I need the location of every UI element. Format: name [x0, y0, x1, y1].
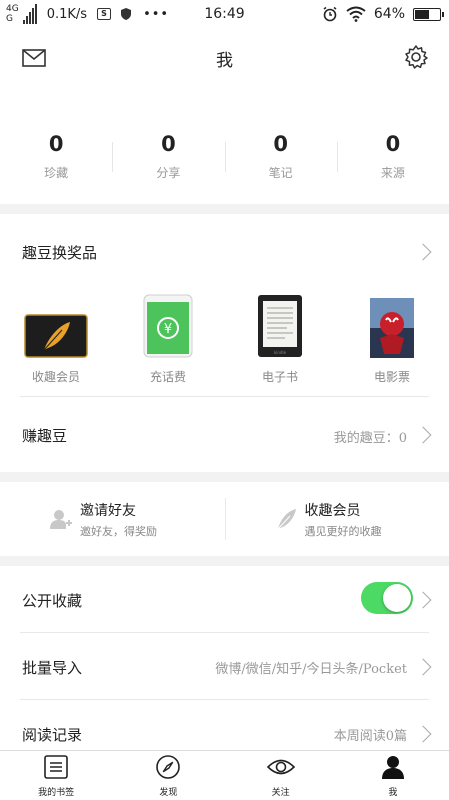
battery-fill	[415, 9, 430, 19]
eye-icon	[266, 759, 295, 775]
product-label: 收趣会员	[31, 370, 80, 384]
tab-bar: 我的书签 发现 关注 我	[0, 750, 449, 800]
stat-value: 0	[273, 132, 288, 156]
membership-title: 收趣会员	[304, 502, 361, 519]
batch-import-sources: 微博/微信/知乎/今日头条/Pocket	[215, 662, 407, 677]
bookmarks-icon	[44, 755, 68, 779]
exchange-title: 趣豆换奖品	[22, 244, 98, 262]
earn-beans-label: 赚趣豆	[22, 427, 68, 445]
reading-history-value: 本周阅读0篇	[333, 729, 407, 744]
page-header: 我	[0, 30, 449, 86]
stat-label: 来源	[380, 166, 405, 180]
stat-value: 0	[48, 132, 64, 156]
wifi-icon	[346, 6, 366, 22]
movie-poster-icon	[370, 298, 414, 358]
tab-label: 关注	[271, 788, 290, 798]
tab-discover[interactable]: 发现	[112, 751, 224, 800]
status-bar-right: 64%	[322, 6, 444, 22]
toggle-knob	[383, 584, 411, 612]
exchange-section: 趣豆换奖品 收趣会员 ¥ 充话费 kindle 电子书 电影票 赚趣豆 我的趣豆…	[0, 214, 449, 472]
gear-icon[interactable]	[403, 44, 429, 70]
earn-beans-row[interactable]: 赚趣豆 我的趣豆：0	[0, 397, 449, 472]
battery-percent: 64%	[373, 6, 405, 22]
tab-me[interactable]: 我	[337, 751, 449, 800]
chevron-right-icon	[414, 243, 432, 261]
product-ebook[interactable]: kindle 电子书	[224, 292, 336, 385]
batch-import-row[interactable]: 批量导入 微博/微信/知乎/今日头条/Pocket	[0, 633, 449, 699]
invite-title: 邀请好友	[80, 502, 136, 519]
product-label: 充话费	[149, 370, 186, 384]
membership-subtitle: 遇见更好的收趣	[304, 524, 382, 538]
stat-favorites[interactable]: 0 珍藏	[0, 132, 112, 204]
stat-value: 0	[161, 132, 176, 156]
product-list: 收趣会员 ¥ 充话费 kindle 电子书 电影票	[0, 292, 449, 385]
chevron-right-icon	[414, 725, 432, 743]
alarm-icon	[323, 6, 337, 22]
public-favorites-label: 公开收藏	[22, 592, 83, 610]
membership-button[interactable]: 收趣会员 遇见更好的收趣	[224, 482, 449, 556]
invite-friends-button[interactable]: 邀请好友 邀好友，得奖励	[0, 482, 225, 556]
my-beans-value: 我的趣豆：0	[333, 431, 407, 446]
product-movie-ticket[interactable]: 电影票	[336, 292, 448, 385]
status-bar: 4G G 0.1K/s S ••• 16:49 64%	[0, 0, 449, 30]
stat-notes[interactable]: 0 笔记	[224, 132, 337, 204]
public-favorites-toggle[interactable]	[361, 582, 413, 614]
tab-follow[interactable]: 关注	[225, 751, 337, 800]
add-user-icon	[50, 510, 72, 529]
tab-bookmarks[interactable]: 我的书签	[0, 751, 112, 800]
tab-label: 我的书签	[38, 788, 75, 798]
product-phone-credit[interactable]: ¥ 充话费	[112, 292, 224, 385]
chevron-right-icon	[414, 658, 432, 676]
invite-section: 邀请好友 邀好友，得奖励 收趣会员 遇见更好的收趣	[0, 482, 449, 556]
tab-label: 发现	[159, 788, 178, 798]
batch-import-label: 批量导入	[22, 659, 83, 677]
reading-history-label: 阅读记录	[22, 726, 83, 744]
stat-label: 珍藏	[44, 166, 69, 180]
chevron-right-icon	[414, 426, 432, 444]
stats-panel: 0 珍藏 0 分享 0 笔记 0 来源	[0, 86, 449, 204]
exchange-header-row[interactable]: 趣豆换奖品	[0, 214, 449, 286]
invite-subtitle: 邀好友，得奖励	[80, 524, 157, 538]
stat-label: 分享	[156, 166, 181, 180]
feather-icon	[277, 509, 296, 530]
svg-text:¥: ¥	[164, 322, 172, 337]
ereader-icon: kindle	[258, 295, 302, 357]
product-label: 电子书	[261, 370, 298, 384]
product-membership[interactable]: 收趣会员	[0, 292, 112, 385]
svg-text:kindle: kindle	[274, 350, 287, 355]
tab-label: 我	[388, 788, 398, 798]
stat-shares[interactable]: 0 分享	[112, 132, 224, 204]
user-icon	[381, 756, 404, 779]
membership-card-icon	[24, 314, 88, 358]
page-title: 我	[216, 51, 233, 71]
chevron-right-icon	[414, 591, 432, 609]
compass-icon	[156, 755, 181, 779]
product-label: 电影票	[373, 370, 410, 384]
stat-value: 0	[385, 132, 401, 156]
stat-sources[interactable]: 0 来源	[336, 132, 449, 204]
public-favorites-row: 公开收藏	[0, 566, 449, 632]
battery-icon	[413, 7, 444, 21]
stat-label: 笔记	[268, 166, 293, 180]
phone-credit-icon: ¥	[143, 294, 193, 358]
settings-list: 公开收藏 批量导入 微博/微信/知乎/今日头条/Pocket 阅读记录 本周阅读…	[0, 566, 449, 750]
